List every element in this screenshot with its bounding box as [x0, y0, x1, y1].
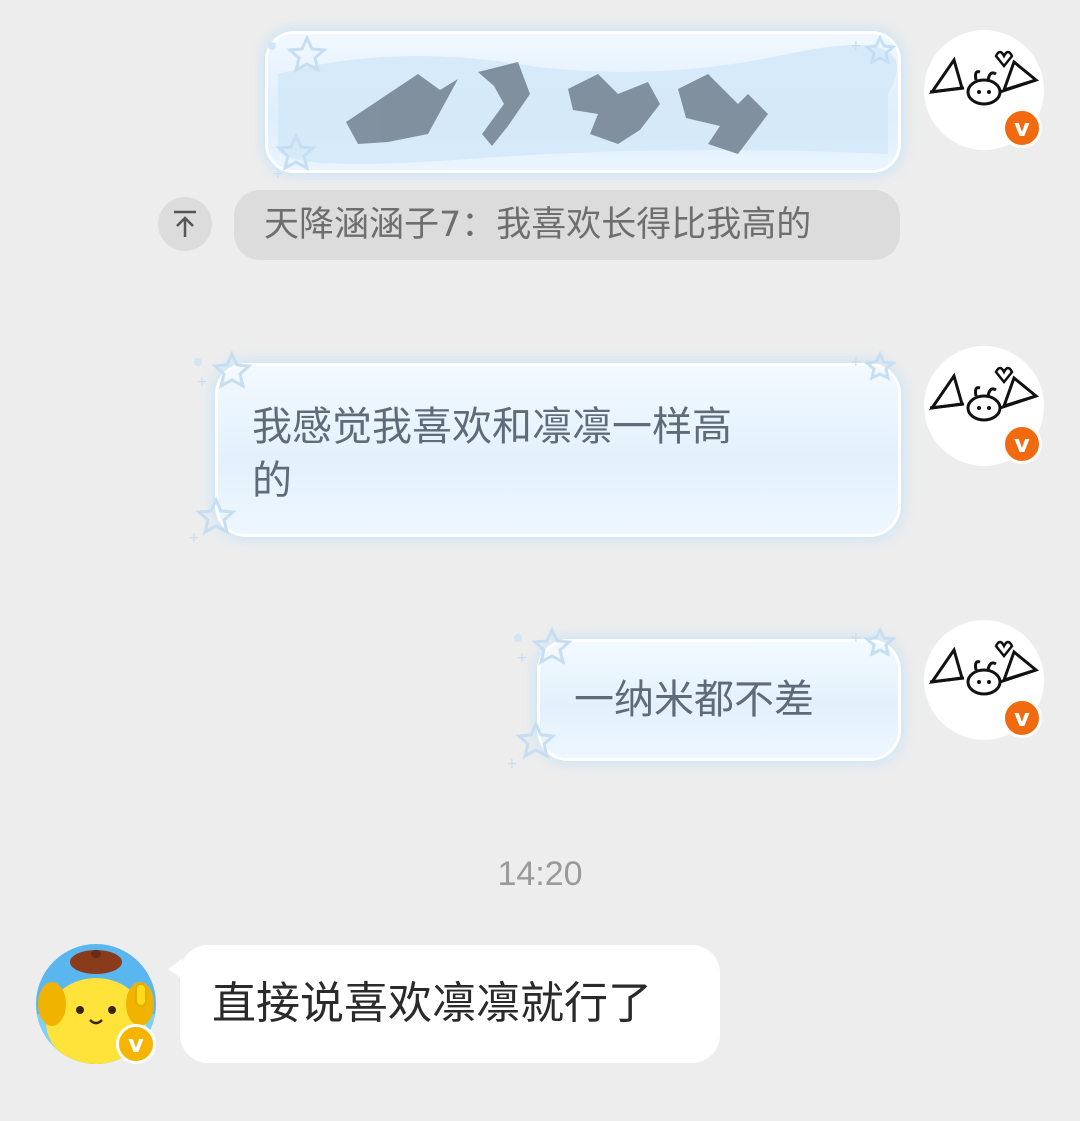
message-text-line1: 我感觉我喜欢和凛凛一样高: [252, 404, 732, 450]
star-decoration-icon: [268, 34, 328, 73]
scribble-redaction: [277, 45, 897, 164]
star-decoration-icon: +: [850, 34, 897, 65]
message-text-line2: 的: [252, 458, 292, 504]
verified-badge-icon: v: [116, 1024, 156, 1064]
message-bubble[interactable]: 我感觉我喜欢和凛凛一样高 的: [218, 366, 898, 534]
message-timestamp: 14:20: [497, 855, 583, 893]
pin-top-button[interactable]: [158, 197, 212, 251]
message-text: 一纳米都不差: [574, 677, 814, 723]
incoming-message-bubble[interactable]: 直接说喜欢凛凛就行了: [168, 945, 720, 1063]
incoming-message-text: 直接说喜欢凛凛就行了: [212, 978, 652, 1029]
svg-text:+: +: [516, 650, 528, 666]
svg-text:+: +: [196, 374, 208, 390]
quoted-message[interactable]: 天降涵涵子7：我喜欢长得比我高的: [234, 190, 900, 260]
svg-text:+: +: [272, 166, 284, 182]
verified-badge-icon: v: [1002, 108, 1042, 148]
pin-top-icon: [174, 210, 196, 237]
svg-text:+: +: [188, 530, 200, 546]
star-decoration-icon: +: [514, 626, 572, 666]
verified-badge-icon: v: [1002, 424, 1042, 464]
star-decoration-icon: +: [850, 350, 897, 381]
star-decoration-icon: +: [272, 132, 317, 182]
bubble-tail: [168, 959, 182, 979]
svg-text:+: +: [850, 630, 862, 646]
svg-text:+: +: [850, 354, 862, 370]
redacted-message-bubble[interactable]: [268, 34, 898, 170]
star-decoration-icon: +: [188, 496, 237, 546]
quoted-message-text: 天降涵涵子7：我喜欢长得比我高的: [264, 205, 812, 245]
verified-badge-icon: v: [1002, 698, 1042, 738]
star-decoration-icon: +: [850, 626, 897, 657]
message-bubble[interactable]: 一纳米都不差: [540, 642, 898, 758]
svg-text:+: +: [850, 38, 862, 54]
star-decoration-icon: +: [506, 720, 556, 770]
star-decoration-icon: +: [194, 350, 252, 390]
svg-text:+: +: [506, 756, 518, 770]
